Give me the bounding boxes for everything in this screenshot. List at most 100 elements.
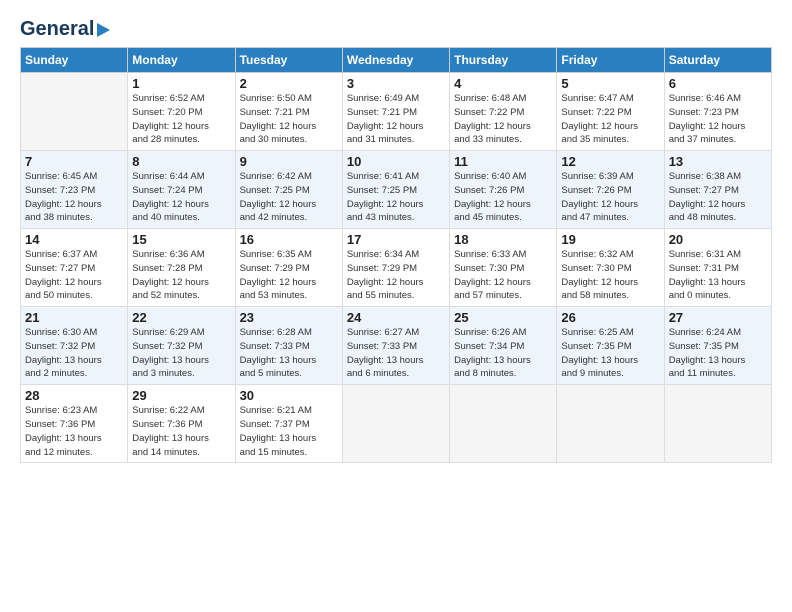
- day-info: Sunrise: 6:21 AMSunset: 7:37 PMDaylight:…: [240, 404, 338, 459]
- day-info: Sunrise: 6:33 AMSunset: 7:30 PMDaylight:…: [454, 248, 552, 303]
- calendar-cell: 15Sunrise: 6:36 AMSunset: 7:28 PMDayligh…: [128, 229, 235, 307]
- calendar-cell: 25Sunrise: 6:26 AMSunset: 7:34 PMDayligh…: [450, 307, 557, 385]
- calendar-cell: [21, 73, 128, 151]
- day-number: 22: [132, 310, 230, 325]
- day-number: 8: [132, 154, 230, 169]
- day-number: 14: [25, 232, 123, 247]
- calendar-cell: [450, 385, 557, 463]
- day-info: Sunrise: 6:32 AMSunset: 7:30 PMDaylight:…: [561, 248, 659, 303]
- logo-text-general: General: [20, 18, 94, 41]
- calendar-cell: 6Sunrise: 6:46 AMSunset: 7:23 PMDaylight…: [664, 73, 771, 151]
- day-number: 20: [669, 232, 767, 247]
- day-info: Sunrise: 6:41 AMSunset: 7:25 PMDaylight:…: [347, 170, 445, 225]
- day-info: Sunrise: 6:40 AMSunset: 7:26 PMDaylight:…: [454, 170, 552, 225]
- calendar-cell: [342, 385, 449, 463]
- day-number: 28: [25, 388, 123, 403]
- day-number: 29: [132, 388, 230, 403]
- weekday-header-tuesday: Tuesday: [235, 48, 342, 73]
- day-number: 17: [347, 232, 445, 247]
- calendar-cell: 1Sunrise: 6:52 AMSunset: 7:20 PMDaylight…: [128, 73, 235, 151]
- day-number: 1: [132, 76, 230, 91]
- day-info: Sunrise: 6:47 AMSunset: 7:22 PMDaylight:…: [561, 92, 659, 147]
- day-info: Sunrise: 6:35 AMSunset: 7:29 PMDaylight:…: [240, 248, 338, 303]
- day-info: Sunrise: 6:23 AMSunset: 7:36 PMDaylight:…: [25, 404, 123, 459]
- day-info: Sunrise: 6:46 AMSunset: 7:23 PMDaylight:…: [669, 92, 767, 147]
- day-info: Sunrise: 6:29 AMSunset: 7:32 PMDaylight:…: [132, 326, 230, 381]
- calendar-cell: 8Sunrise: 6:44 AMSunset: 7:24 PMDaylight…: [128, 151, 235, 229]
- logo: General: [20, 18, 110, 37]
- day-info: Sunrise: 6:37 AMSunset: 7:27 PMDaylight:…: [25, 248, 123, 303]
- calendar-cell: 7Sunrise: 6:45 AMSunset: 7:23 PMDaylight…: [21, 151, 128, 229]
- day-info: Sunrise: 6:38 AMSunset: 7:27 PMDaylight:…: [669, 170, 767, 225]
- day-info: Sunrise: 6:36 AMSunset: 7:28 PMDaylight:…: [132, 248, 230, 303]
- day-number: 21: [25, 310, 123, 325]
- day-number: 3: [347, 76, 445, 91]
- day-number: 18: [454, 232, 552, 247]
- day-number: 23: [240, 310, 338, 325]
- day-info: Sunrise: 6:48 AMSunset: 7:22 PMDaylight:…: [454, 92, 552, 147]
- day-number: 12: [561, 154, 659, 169]
- calendar-cell: 9Sunrise: 6:42 AMSunset: 7:25 PMDaylight…: [235, 151, 342, 229]
- day-info: Sunrise: 6:31 AMSunset: 7:31 PMDaylight:…: [669, 248, 767, 303]
- day-number: 25: [454, 310, 552, 325]
- calendar-cell: 5Sunrise: 6:47 AMSunset: 7:22 PMDaylight…: [557, 73, 664, 151]
- calendar-cell: 27Sunrise: 6:24 AMSunset: 7:35 PMDayligh…: [664, 307, 771, 385]
- calendar-cell: 17Sunrise: 6:34 AMSunset: 7:29 PMDayligh…: [342, 229, 449, 307]
- day-info: Sunrise: 6:27 AMSunset: 7:33 PMDaylight:…: [347, 326, 445, 381]
- day-number: 6: [669, 76, 767, 91]
- weekday-header-row: SundayMondayTuesdayWednesdayThursdayFrid…: [21, 48, 772, 73]
- day-info: Sunrise: 6:50 AMSunset: 7:21 PMDaylight:…: [240, 92, 338, 147]
- calendar-cell: 28Sunrise: 6:23 AMSunset: 7:36 PMDayligh…: [21, 385, 128, 463]
- weekday-header-sunday: Sunday: [21, 48, 128, 73]
- calendar-cell: 26Sunrise: 6:25 AMSunset: 7:35 PMDayligh…: [557, 307, 664, 385]
- calendar-cell: 13Sunrise: 6:38 AMSunset: 7:27 PMDayligh…: [664, 151, 771, 229]
- calendar-cell: 21Sunrise: 6:30 AMSunset: 7:32 PMDayligh…: [21, 307, 128, 385]
- day-number: 2: [240, 76, 338, 91]
- day-info: Sunrise: 6:39 AMSunset: 7:26 PMDaylight:…: [561, 170, 659, 225]
- day-number: 15: [132, 232, 230, 247]
- calendar-cell: 4Sunrise: 6:48 AMSunset: 7:22 PMDaylight…: [450, 73, 557, 151]
- day-number: 19: [561, 232, 659, 247]
- calendar-cell: 29Sunrise: 6:22 AMSunset: 7:36 PMDayligh…: [128, 385, 235, 463]
- week-row-4: 21Sunrise: 6:30 AMSunset: 7:32 PMDayligh…: [21, 307, 772, 385]
- weekday-header-thursday: Thursday: [450, 48, 557, 73]
- logo-arrow-icon: [97, 23, 110, 37]
- day-number: 13: [669, 154, 767, 169]
- calendar-cell: 14Sunrise: 6:37 AMSunset: 7:27 PMDayligh…: [21, 229, 128, 307]
- day-number: 30: [240, 388, 338, 403]
- day-number: 11: [454, 154, 552, 169]
- week-row-2: 7Sunrise: 6:45 AMSunset: 7:23 PMDaylight…: [21, 151, 772, 229]
- weekday-header-saturday: Saturday: [664, 48, 771, 73]
- calendar-cell: 2Sunrise: 6:50 AMSunset: 7:21 PMDaylight…: [235, 73, 342, 151]
- calendar-cell: 12Sunrise: 6:39 AMSunset: 7:26 PMDayligh…: [557, 151, 664, 229]
- page-header: General: [20, 18, 772, 37]
- calendar-cell: 23Sunrise: 6:28 AMSunset: 7:33 PMDayligh…: [235, 307, 342, 385]
- day-info: Sunrise: 6:22 AMSunset: 7:36 PMDaylight:…: [132, 404, 230, 459]
- day-number: 27: [669, 310, 767, 325]
- week-row-3: 14Sunrise: 6:37 AMSunset: 7:27 PMDayligh…: [21, 229, 772, 307]
- calendar-cell: 20Sunrise: 6:31 AMSunset: 7:31 PMDayligh…: [664, 229, 771, 307]
- day-info: Sunrise: 6:26 AMSunset: 7:34 PMDaylight:…: [454, 326, 552, 381]
- calendar-cell: 19Sunrise: 6:32 AMSunset: 7:30 PMDayligh…: [557, 229, 664, 307]
- day-info: Sunrise: 6:52 AMSunset: 7:20 PMDaylight:…: [132, 92, 230, 147]
- day-info: Sunrise: 6:34 AMSunset: 7:29 PMDaylight:…: [347, 248, 445, 303]
- day-number: 5: [561, 76, 659, 91]
- day-info: Sunrise: 6:42 AMSunset: 7:25 PMDaylight:…: [240, 170, 338, 225]
- weekday-header-monday: Monday: [128, 48, 235, 73]
- calendar-cell: 3Sunrise: 6:49 AMSunset: 7:21 PMDaylight…: [342, 73, 449, 151]
- calendar-cell: [557, 385, 664, 463]
- calendar-cell: 24Sunrise: 6:27 AMSunset: 7:33 PMDayligh…: [342, 307, 449, 385]
- calendar-cell: 18Sunrise: 6:33 AMSunset: 7:30 PMDayligh…: [450, 229, 557, 307]
- calendar-cell: 16Sunrise: 6:35 AMSunset: 7:29 PMDayligh…: [235, 229, 342, 307]
- day-info: Sunrise: 6:25 AMSunset: 7:35 PMDaylight:…: [561, 326, 659, 381]
- calendar-cell: [664, 385, 771, 463]
- weekday-header-wednesday: Wednesday: [342, 48, 449, 73]
- day-info: Sunrise: 6:49 AMSunset: 7:21 PMDaylight:…: [347, 92, 445, 147]
- day-info: Sunrise: 6:24 AMSunset: 7:35 PMDaylight:…: [669, 326, 767, 381]
- day-number: 16: [240, 232, 338, 247]
- calendar-cell: 11Sunrise: 6:40 AMSunset: 7:26 PMDayligh…: [450, 151, 557, 229]
- day-number: 10: [347, 154, 445, 169]
- calendar-cell: 22Sunrise: 6:29 AMSunset: 7:32 PMDayligh…: [128, 307, 235, 385]
- day-number: 24: [347, 310, 445, 325]
- week-row-1: 1Sunrise: 6:52 AMSunset: 7:20 PMDaylight…: [21, 73, 772, 151]
